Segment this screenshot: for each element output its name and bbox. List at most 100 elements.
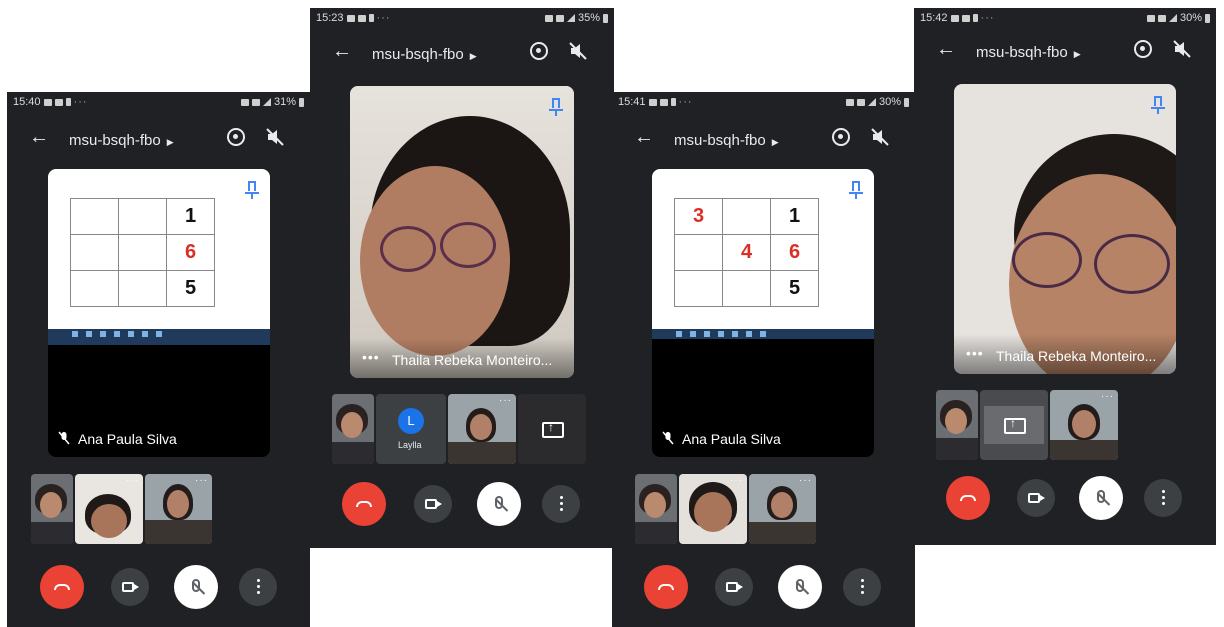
- mic-off-icon: [662, 431, 674, 445]
- glasses: [440, 222, 496, 268]
- more-vertical-icon: [860, 579, 864, 582]
- end-call-button[interactable]: [342, 482, 386, 526]
- network-icon: [555, 14, 564, 22]
- mic-toggle-button[interactable]: [174, 565, 218, 609]
- phone-screen-4: 15:42 ··· 30% ← msu-bsqh-fbo ▶ ••• Thaila…: [914, 8, 1216, 545]
- pin-icon[interactable]: [849, 181, 863, 199]
- switch-camera-icon[interactable]: [227, 128, 245, 146]
- meeting-code: msu-bsqh-fbo: [674, 132, 766, 149]
- participant-thumbnail[interactable]: ···: [75, 474, 143, 544]
- pin-icon[interactable]: [245, 181, 259, 199]
- camera-toggle-button[interactable]: [1017, 479, 1055, 517]
- notification-icon: [950, 14, 959, 22]
- end-call-button[interactable]: [644, 565, 688, 609]
- participant-thumbnail[interactable]: ···: [679, 474, 747, 544]
- status-bar: 15:40 ··· 31%: [7, 92, 310, 112]
- arrow-left-icon[interactable]: ←: [29, 126, 49, 149]
- participant-thumbnail[interactable]: ···: [749, 474, 816, 544]
- presentation-tile[interactable]: 3 1 46 5 Ana Paula Silva: [652, 169, 874, 457]
- more-options-icon[interactable]: •••: [362, 349, 380, 365]
- participant-video-main[interactable]: ••• Thaila Rebeka Monteiro...: [954, 84, 1176, 374]
- participant-thumbnail[interactable]: ···: [1050, 390, 1118, 460]
- notification-icon: [65, 98, 71, 106]
- camera-toggle-button[interactable]: [414, 485, 452, 523]
- more-options-icon[interactable]: ···: [126, 475, 139, 486]
- grid-cell: [722, 198, 771, 235]
- meeting-title-button[interactable]: msu-bsqh-fbo ▶: [69, 132, 174, 149]
- glasses: [1094, 234, 1170, 294]
- present-screen-icon: [1004, 416, 1026, 434]
- number-grid: 3 1 46 5: [674, 198, 819, 307]
- more-options-button[interactable]: [1144, 479, 1182, 517]
- participant-video-main[interactable]: ••• Thaila Rebeka Monteiro...: [350, 86, 574, 378]
- pin-icon[interactable]: [549, 98, 563, 116]
- end-call-button[interactable]: [946, 476, 990, 520]
- grid-cell: [70, 198, 119, 235]
- more-options-button[interactable]: [239, 568, 277, 606]
- arrow-left-icon[interactable]: ←: [936, 38, 956, 61]
- participant-thumbnail-laylla[interactable]: L Laylla: [376, 394, 446, 464]
- participant-thumbnail[interactable]: [936, 390, 978, 460]
- notification-icon: [648, 98, 657, 106]
- switch-camera-icon[interactable]: [832, 128, 850, 146]
- mic-off-icon: [796, 579, 804, 592]
- arrow-left-icon[interactable]: ←: [332, 40, 352, 63]
- mic-off-icon: [192, 579, 200, 592]
- camera-toggle-button[interactable]: [111, 568, 149, 606]
- more-options-button[interactable]: [542, 485, 580, 523]
- presentation-tile[interactable]: 1 6 5 Ana Paula Silva: [48, 169, 270, 457]
- notification-icon: [659, 98, 668, 106]
- mic-toggle-button[interactable]: [778, 565, 822, 609]
- end-call-icon: [658, 584, 674, 590]
- battery-icon: [1205, 13, 1210, 23]
- battery-icon: [603, 13, 608, 23]
- camera-icon: [122, 582, 139, 592]
- participant-thumbnail[interactable]: [635, 474, 677, 544]
- glasses: [380, 226, 436, 272]
- more-options-icon[interactable]: ···: [730, 475, 743, 486]
- meeting-title-button[interactable]: msu-bsqh-fbo ▶: [372, 46, 477, 63]
- phone-screen-3: 15:41 ··· 30% ← msu-bsqh-fbo ▶ 31 46 5 A…: [612, 92, 915, 627]
- arrow-left-icon[interactable]: ←: [634, 126, 654, 149]
- participant-label: Laylla: [398, 440, 422, 450]
- meeting-title-button[interactable]: msu-bsqh-fbo ▶: [976, 44, 1081, 61]
- mic-toggle-button[interactable]: [1079, 476, 1123, 520]
- avatar: L: [398, 408, 424, 434]
- mic-toggle-button[interactable]: [477, 482, 521, 526]
- grid-cell: 4: [722, 234, 771, 271]
- pin-icon[interactable]: [1151, 96, 1165, 114]
- participant-thumbnail[interactable]: [332, 394, 374, 464]
- notification-icon: [357, 14, 366, 22]
- participant-thumbnail[interactable]: [31, 474, 73, 544]
- participant-thumbnail[interactable]: ···: [448, 394, 516, 464]
- status-bar: 15:23 ··· 35%: [310, 8, 614, 28]
- more-options-icon[interactable]: •••: [966, 345, 984, 361]
- number-grid: 1 6 5: [70, 198, 215, 307]
- grid-cell: 1: [770, 198, 819, 235]
- meeting-title-button[interactable]: msu-bsqh-fbo ▶: [674, 132, 779, 149]
- more-options-icon[interactable]: ···: [499, 395, 512, 406]
- battery-percent: 30%: [878, 96, 901, 108]
- alarm-icon: [544, 14, 553, 22]
- more-notifications-icon: ···: [376, 12, 391, 24]
- more-options-icon[interactable]: ···: [195, 475, 208, 486]
- screen-share-thumbnail[interactable]: [980, 390, 1048, 460]
- signal-icon: [1168, 14, 1177, 22]
- speaker-off-icon[interactable]: [870, 127, 890, 147]
- switch-camera-icon[interactable]: [530, 42, 548, 60]
- more-vertical-icon: [256, 579, 260, 582]
- switch-camera-icon[interactable]: [1134, 40, 1152, 58]
- meeting-code: msu-bsqh-fbo: [69, 132, 161, 149]
- more-options-icon[interactable]: ···: [799, 475, 812, 486]
- camera-toggle-button[interactable]: [715, 568, 753, 606]
- speaker-off-icon[interactable]: [265, 127, 285, 147]
- more-vertical-icon: [1161, 490, 1165, 493]
- speaker-off-icon[interactable]: [1172, 39, 1192, 59]
- speaker-off-icon[interactable]: [568, 41, 588, 61]
- end-call-button[interactable]: [40, 565, 84, 609]
- screen-share-thumbnail[interactable]: [518, 394, 586, 464]
- more-options-icon[interactable]: ···: [1101, 391, 1114, 402]
- grid-cell: 6: [166, 234, 215, 271]
- participant-thumbnail[interactable]: ···: [145, 474, 212, 544]
- more-options-button[interactable]: [843, 568, 881, 606]
